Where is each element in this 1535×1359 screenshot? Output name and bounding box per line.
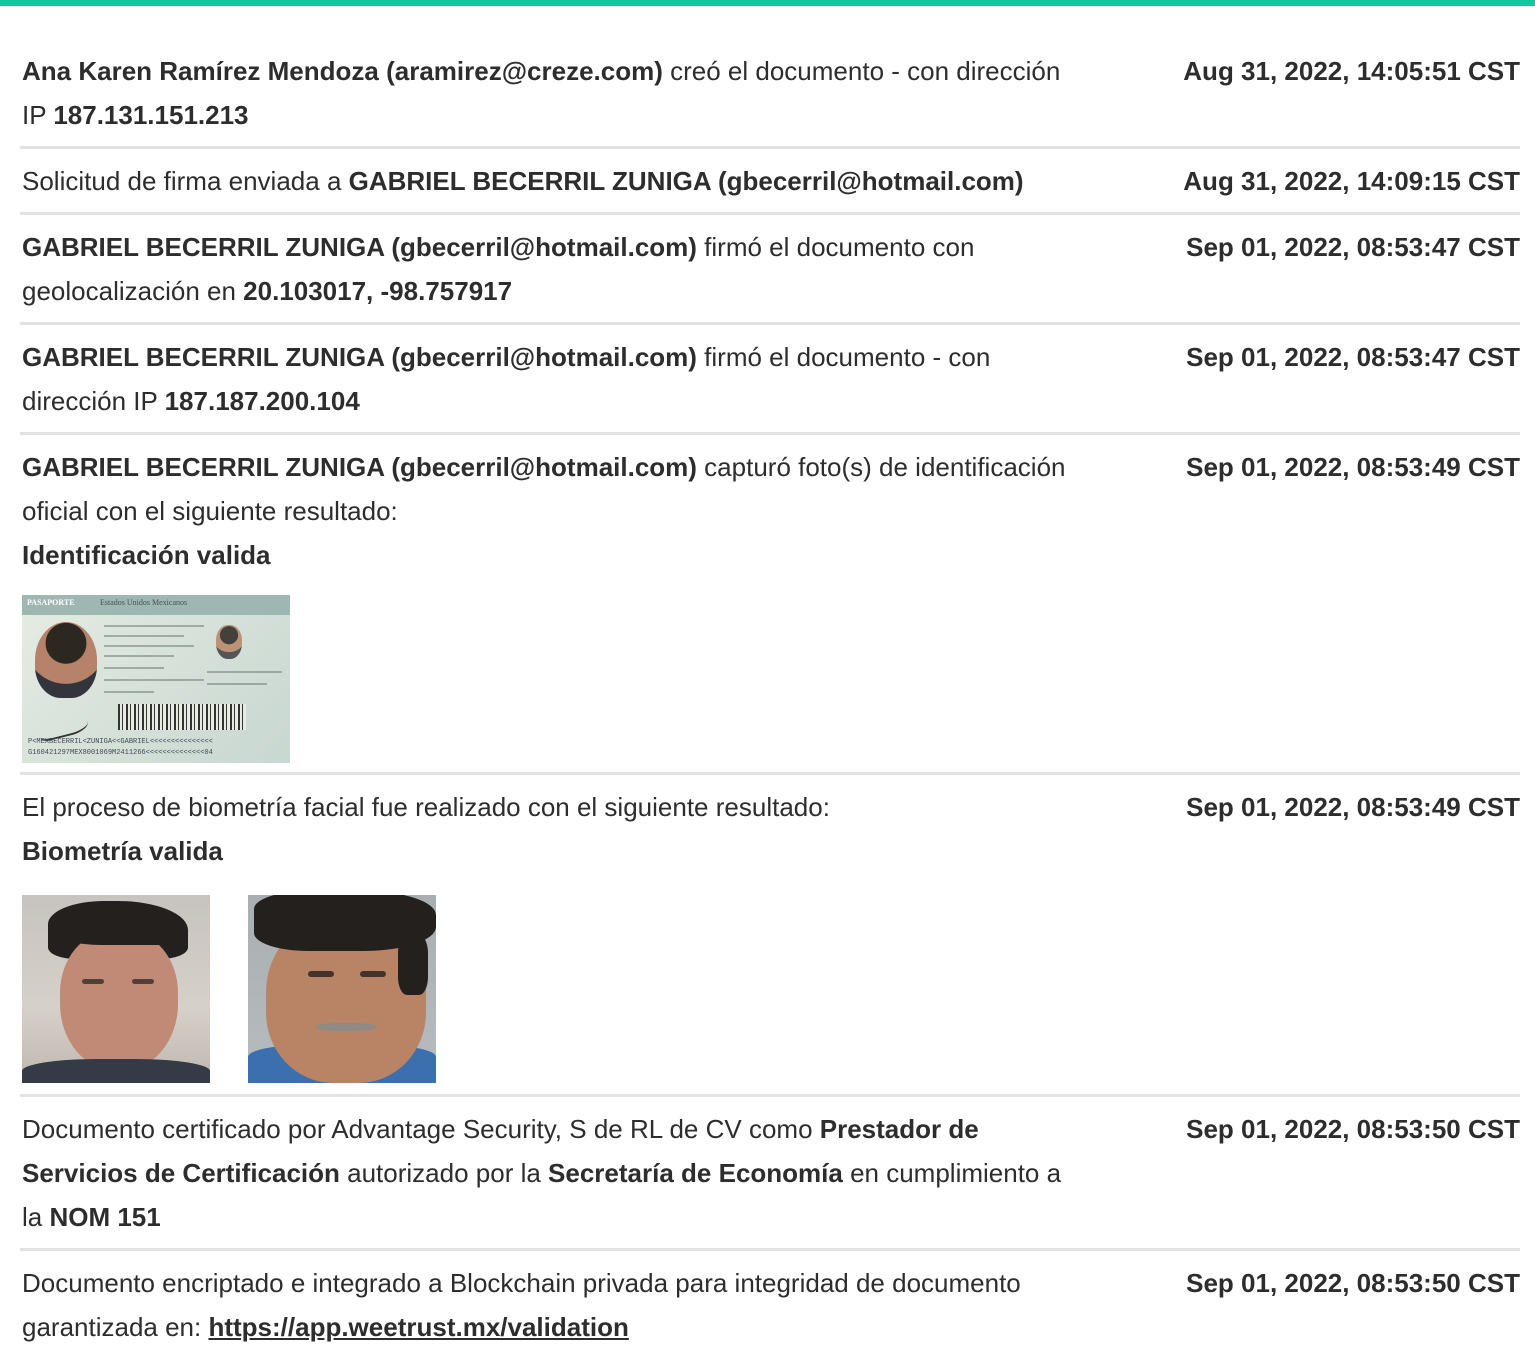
event-text-bold: 187.187.200.104 xyxy=(164,386,360,416)
event-text-bold: GABRIEL BECERRIL ZUNIGA (gbecerril@hotma… xyxy=(22,232,697,262)
event-text-bold: 187.131.151.213 xyxy=(53,100,249,130)
event-description: GABRIEL BECERRIL ZUNIGA (gbecerril@hotma… xyxy=(22,335,1082,423)
event-text-bold: 20.103017, -98.757917 xyxy=(243,276,513,306)
event-description: El proceso de biometría facial fue reali… xyxy=(22,785,1082,1085)
event-text-bold: Ana Karen Ramírez Mendoza (aramirez@crez… xyxy=(22,56,663,86)
passport-portrait xyxy=(35,622,97,698)
event-row: GABRIEL BECERRIL ZUNIGA (gbecerril@hotma… xyxy=(20,215,1520,325)
event-text-bold: Identificación valida xyxy=(22,540,271,570)
event-row: Ana Karen Ramírez Mendoza (aramirez@crez… xyxy=(20,39,1520,149)
event-row: GABRIEL BECERRIL ZUNIGA (gbecerril@hotma… xyxy=(20,325,1520,435)
passport-mrz-line-1: P<MEXBECERRIL<ZUNIGA<<GABRIEL<<<<<<<<<<<… xyxy=(28,738,213,746)
event-row: El proceso de biometría facial fue reali… xyxy=(20,775,1520,1097)
event-text-bold: Biometría valida xyxy=(22,836,223,866)
event-text: Solicitud de firma enviada a xyxy=(22,166,349,196)
event-text: autorizado por la xyxy=(339,1158,549,1188)
event-row: Solicitud de firma enviada a GABRIEL BEC… xyxy=(20,149,1520,215)
event-text-bold: Secretaría de Economía xyxy=(548,1158,843,1188)
event-description: GABRIEL BECERRIL ZUNIGA (gbecerril@hotma… xyxy=(22,445,1082,763)
event-row: GABRIEL BECERRIL ZUNIGA (gbecerril@hotma… xyxy=(20,435,1520,775)
event-timestamp: Sep 01, 2022, 08:53:47 CST xyxy=(1186,232,1520,262)
event-description: Documento certificado por Advantage Secu… xyxy=(22,1107,1082,1239)
selfie-face-photo xyxy=(248,895,436,1083)
event-description: GABRIEL BECERRIL ZUNIGA (gbecerril@hotma… xyxy=(22,225,1082,313)
event-timestamp: Sep 01, 2022, 08:53:50 CST xyxy=(1186,1114,1520,1144)
passport-id-photo: PASAPORTE Estados Unidos Mexicanos P<MEX… xyxy=(22,595,290,763)
event-row: Documento encriptado e integrado a Block… xyxy=(20,1251,1520,1358)
event-timestamp: Sep 01, 2022, 08:53:50 CST xyxy=(1186,1268,1520,1298)
top-accent-bar xyxy=(0,0,1535,6)
validation-link[interactable]: https://app.weetrust.mx/validation xyxy=(208,1312,628,1342)
id-face-photo xyxy=(22,895,210,1083)
biometric-photos xyxy=(22,895,1082,1083)
passport-header-label: PASAPORTE xyxy=(27,598,75,607)
passport-ghost-portrait xyxy=(216,625,242,659)
event-text: El proceso de biometría facial fue reali… xyxy=(22,792,830,822)
event-description: Solicitud de firma enviada a GABRIEL BEC… xyxy=(22,159,1082,203)
event-description: Ana Karen Ramírez Mendoza (aramirez@crez… xyxy=(22,49,1082,137)
event-text-bold: NOM 151 xyxy=(49,1202,161,1232)
passport-mrz-line-2: G160421297MEX8001069M2411266<<<<<<<<<<<<… xyxy=(28,749,213,757)
event-text-bold: GABRIEL BECERRIL ZUNIGA (gbecerril@hotma… xyxy=(22,342,697,372)
event-timestamp: Sep 01, 2022, 08:53:49 CST xyxy=(1186,452,1520,482)
event-timestamp: Aug 31, 2022, 14:05:51 CST xyxy=(1183,56,1520,86)
audit-log: Ana Karen Ramírez Mendoza (aramirez@crez… xyxy=(20,39,1520,1358)
event-description: Documento encriptado e integrado a Block… xyxy=(22,1261,1082,1349)
passport-header-country: Estados Unidos Mexicanos xyxy=(100,598,188,607)
passport-barcode xyxy=(118,704,246,730)
event-text-bold: GABRIEL BECERRIL ZUNIGA (gbecerril@hotma… xyxy=(348,166,1024,196)
event-row: Documento certificado por Advantage Secu… xyxy=(20,1097,1520,1251)
event-text: Documento certificado por Advantage Secu… xyxy=(22,1114,820,1144)
id-photo-container: PASAPORTE Estados Unidos Mexicanos P<MEX… xyxy=(22,595,1082,763)
event-text-bold: GABRIEL BECERRIL ZUNIGA (gbecerril@hotma… xyxy=(22,452,697,482)
event-timestamp: Aug 31, 2022, 14:09:15 CST xyxy=(1183,166,1520,196)
event-timestamp: Sep 01, 2022, 08:53:47 CST xyxy=(1186,342,1520,372)
event-timestamp: Sep 01, 2022, 08:53:49 CST xyxy=(1186,792,1520,822)
